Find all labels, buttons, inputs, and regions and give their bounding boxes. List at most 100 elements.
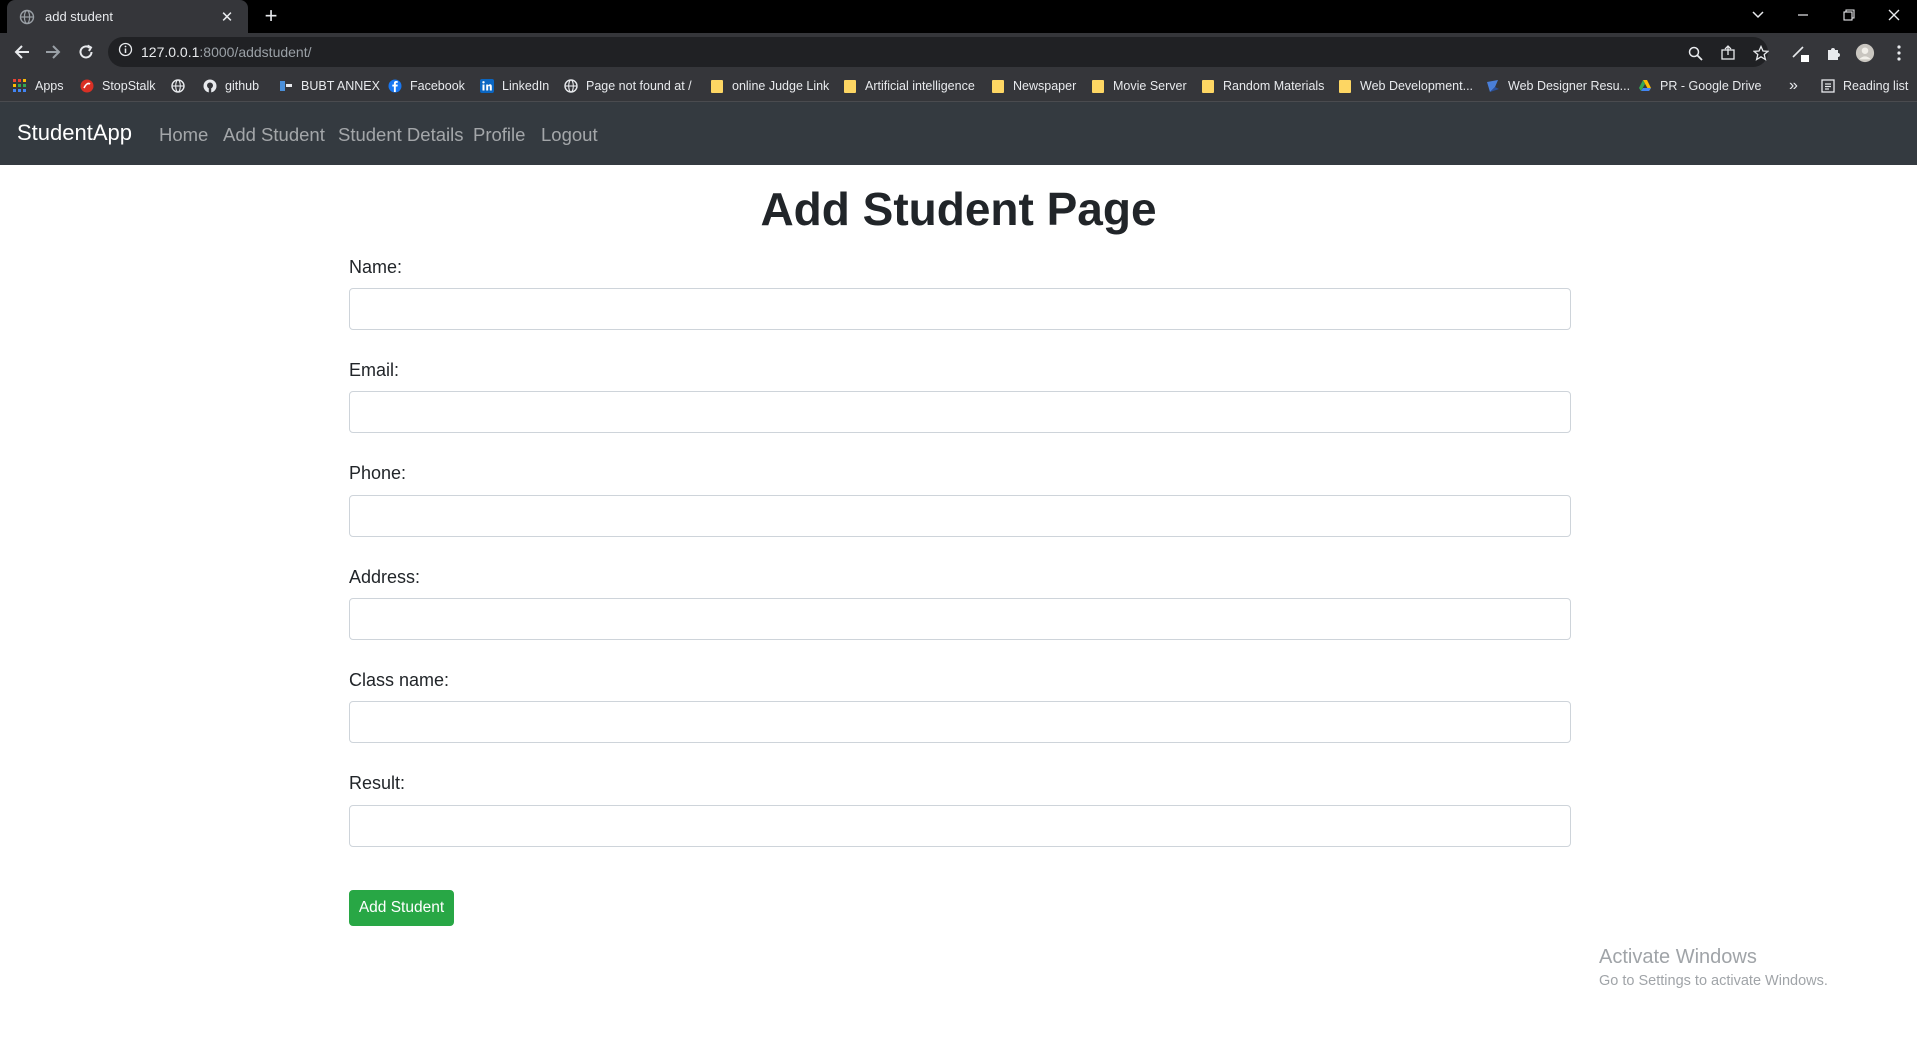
- bookmark-label: Artificial intelligence: [865, 79, 975, 93]
- folder-icon: [1338, 79, 1352, 93]
- bookmark-web-designer-resume[interactable]: Web Designer Resu...: [1486, 71, 1630, 101]
- bookmark-apps[interactable]: Apps: [13, 71, 64, 101]
- folder-icon: [710, 79, 724, 93]
- extension-cast-icon[interactable]: [1791, 43, 1811, 63]
- bookmark-label: Facebook: [410, 79, 465, 93]
- bookmark-artificial-intelligence[interactable]: Artificial intelligence: [843, 71, 975, 101]
- profile-avatar-icon[interactable]: [1855, 43, 1875, 63]
- bookmark-newspaper[interactable]: Newspaper: [991, 71, 1076, 101]
- bookmark-page-not-found[interactable]: Page not found at /: [564, 71, 692, 101]
- bookmark-random-materials[interactable]: Random Materials: [1201, 71, 1324, 101]
- bookmark-label: Apps: [35, 79, 64, 93]
- email-input[interactable]: [349, 391, 1571, 433]
- url-path: :8000/addstudent/: [199, 44, 312, 60]
- reading-list-label: Reading list: [1843, 79, 1909, 93]
- tab-search-icon[interactable]: [1735, 0, 1781, 30]
- folder-icon: [991, 79, 1005, 93]
- bookmarks-overflow-button[interactable]: »: [1789, 71, 1798, 101]
- bookmark-label: Movie Server: [1113, 79, 1187, 93]
- bookmark-bubt-annex[interactable]: BUBT ANNEX: [279, 71, 380, 101]
- bookmark-label: online Judge Link: [732, 79, 830, 93]
- page-title: Add Student Page: [760, 183, 1157, 235]
- reading-list-icon: [1821, 79, 1835, 93]
- bookmark-globe[interactable]: [171, 71, 193, 101]
- close-tab-icon[interactable]: ✕: [218, 8, 236, 26]
- share-icon[interactable]: [1719, 44, 1737, 62]
- extensions-puzzle-icon[interactable]: [1823, 43, 1843, 63]
- globe-icon: [171, 79, 185, 93]
- browser-toolbar: 127.0.0.1:8000/addstudent/: [0, 33, 1917, 71]
- name-label: Name:: [349, 257, 403, 277]
- bookmark-label: Random Materials: [1223, 79, 1325, 93]
- result-input[interactable]: [349, 805, 1571, 847]
- navbar-brand[interactable]: StudentApp: [17, 120, 132, 146]
- bookmark-label: Page not found at /: [586, 79, 692, 93]
- phone-input[interactable]: [349, 495, 1571, 537]
- result-label: Result:: [349, 773, 406, 793]
- phone-label: Phone:: [349, 463, 407, 483]
- bookmark-online-judge-link[interactable]: online Judge Link: [710, 71, 829, 101]
- browser-tab-strip: add student ✕ +: [0, 0, 1917, 33]
- stopstalk-icon: [80, 79, 94, 93]
- nav-link-add-student[interactable]: Add Student: [223, 124, 325, 146]
- bookmark-label: BUBT ANNEX: [301, 79, 380, 93]
- restore-icon[interactable]: [1826, 0, 1872, 30]
- bookmark-label: PR - Google Drive: [1660, 79, 1762, 93]
- web-designer-icon: [1486, 79, 1500, 93]
- bookmark-web-development[interactable]: Web Development...: [1338, 71, 1473, 101]
- bookmark-label: Web Development...: [1360, 79, 1474, 93]
- globe-icon: [19, 9, 35, 25]
- folder-icon: [1091, 79, 1105, 93]
- minimize-icon[interactable]: [1780, 0, 1826, 30]
- app-navbar: StudentApp Home Add Student Student Deta…: [0, 102, 1917, 165]
- bookmark-star-icon[interactable]: [1752, 44, 1770, 62]
- nav-link-home[interactable]: Home: [159, 124, 208, 146]
- linkedin-icon: [480, 79, 494, 93]
- nav-link-student-details[interactable]: Student Details: [338, 124, 463, 146]
- watermark-title: Activate Windows: [1599, 946, 1757, 968]
- facebook-icon: [388, 79, 402, 93]
- browser-menu-icon[interactable]: [1889, 43, 1909, 63]
- address-label: Address:: [349, 567, 421, 587]
- address-bar[interactable]: 127.0.0.1:8000/addstudent/: [108, 37, 1770, 67]
- browser-tab[interactable]: add student ✕: [7, 0, 248, 33]
- bookmark-label: Web Designer Resu...: [1508, 79, 1631, 93]
- site-info-icon[interactable]: [118, 42, 133, 62]
- bookmark-facebook[interactable]: Facebook: [388, 71, 465, 101]
- back-arrow-icon[interactable]: [9, 39, 35, 65]
- globe-icon: [564, 79, 578, 93]
- folder-icon: [843, 79, 857, 93]
- google-drive-icon: [1638, 79, 1652, 93]
- activate-windows-watermark: Activate Windows Go to Settings to activ…: [1599, 946, 1828, 989]
- bookmark-linkedin[interactable]: LinkedIn: [480, 71, 549, 101]
- bookmarks-bar: Apps StopStalk github BUBT ANNEX Faceboo…: [0, 71, 1917, 102]
- nav-link-profile[interactable]: Profile: [473, 124, 525, 146]
- github-icon: [203, 79, 217, 93]
- nav-link-logout[interactable]: Logout: [541, 124, 598, 146]
- tab-title: add student: [45, 9, 113, 24]
- reading-list-button[interactable]: Reading list: [1821, 71, 1908, 101]
- apps-grid-icon: [13, 79, 27, 93]
- bookmark-label: github: [225, 79, 260, 93]
- address-input[interactable]: [349, 598, 1571, 640]
- zoom-icon[interactable]: [1686, 44, 1704, 62]
- bookmark-github[interactable]: github: [203, 71, 259, 101]
- bookmark-pr-google-drive[interactable]: PR - Google Drive: [1638, 71, 1761, 101]
- bubt-icon: [279, 79, 293, 93]
- close-window-icon[interactable]: [1871, 0, 1917, 30]
- bookmark-label: Newspaper: [1013, 79, 1077, 93]
- bookmark-label: StopStalk: [102, 79, 156, 93]
- class-name-input[interactable]: [349, 701, 1571, 743]
- name-input[interactable]: [349, 288, 1571, 330]
- reload-icon[interactable]: [73, 39, 99, 65]
- bookmark-movie-server[interactable]: Movie Server: [1091, 71, 1187, 101]
- forward-arrow-icon[interactable]: [40, 39, 66, 65]
- new-tab-icon[interactable]: +: [259, 4, 283, 28]
- email-label: Email:: [349, 360, 400, 380]
- watermark-subtitle: Go to Settings to activate Windows.: [1599, 973, 1828, 989]
- class-name-label: Class name:: [349, 670, 450, 690]
- folder-icon: [1201, 79, 1215, 93]
- bookmark-stopstalk[interactable]: StopStalk: [80, 71, 156, 101]
- add-student-button[interactable]: Add Student: [349, 890, 454, 926]
- url-host: 127.0.0.1: [141, 44, 200, 60]
